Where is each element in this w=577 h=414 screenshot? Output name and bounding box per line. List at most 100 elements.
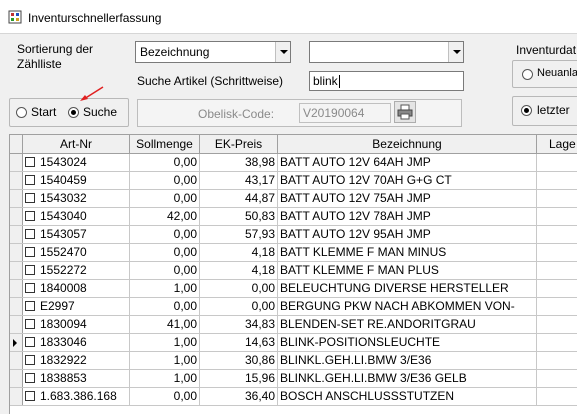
suche-radio[interactable] (68, 107, 79, 118)
cell-artnr[interactable]: E2997 (23, 298, 130, 315)
table-row[interactable]: 1543040 42,00 50,83 BATT AUTO 12V 78AH JMP (10, 208, 577, 226)
cell-artnr[interactable]: 1838853 (23, 370, 130, 387)
row-header[interactable] (10, 208, 23, 225)
row-header[interactable] (10, 388, 23, 405)
cell-artnr[interactable]: 1832922 (23, 352, 130, 369)
row-checkbox[interactable] (25, 337, 35, 347)
row-header[interactable] (10, 262, 23, 279)
cell-ek[interactable]: 15,96 (200, 370, 278, 387)
cell-soll[interactable]: 42,00 (130, 208, 200, 225)
cell-soll[interactable]: 1,00 (130, 352, 200, 369)
cell-artnr[interactable]: 1830094 (23, 316, 130, 333)
cell-bez[interactable]: BLINKL.GEH.LI.BMW 3/E36 GELB (278, 370, 537, 387)
table-row[interactable]: 1543057 0,00 57,93 BATT AUTO 12V 95AH JMP (10, 226, 577, 244)
cell-artnr[interactable]: 1543057 (23, 226, 130, 243)
cell-lage[interactable] (537, 280, 577, 297)
cell-soll[interactable]: 0,00 (130, 154, 200, 171)
cell-soll[interactable]: 0,00 (130, 172, 200, 189)
cell-lage[interactable] (537, 352, 577, 369)
cell-soll[interactable]: 0,00 (130, 190, 200, 207)
cell-ek[interactable]: 34,83 (200, 316, 278, 333)
table-row[interactable]: 1552470 0,00 4,18 BATT KLEMME F MAN MINUS (10, 244, 577, 262)
cell-bez[interactable]: BATT KLEMME F MAN MINUS (278, 244, 537, 261)
cell-lage[interactable] (537, 190, 577, 207)
cell-bez[interactable]: BLINKL.GEH.LI.BMW 3/E36 (278, 352, 537, 369)
chevron-down-icon[interactable] (448, 42, 463, 62)
table-row[interactable]: 1833046 1,00 14,63 BLINK-POSITIONSLEUCHTE (10, 334, 577, 352)
row-header[interactable] (10, 370, 23, 387)
table-row[interactable]: 1543032 0,00 44,87 BATT AUTO 12V 75AH JMP (10, 190, 577, 208)
cell-bez[interactable]: BOSCH ANSCHLUSSSTUTZEN (278, 388, 537, 405)
neuanlage-radio[interactable] (522, 69, 533, 80)
cell-lage[interactable] (537, 370, 577, 387)
table-row[interactable]: 1830094 41,00 34,83 BLENDEN-SET RE.ANDORITG… (10, 316, 577, 334)
cell-lage[interactable] (537, 334, 577, 351)
cell-bez[interactable]: BERGUNG PKW NACH ABKOMMEN VON- (278, 298, 537, 315)
cell-lage[interactable] (537, 262, 577, 279)
col-header-ekpreis[interactable]: EK-Preis (200, 135, 278, 153)
cell-bez[interactable]: BATT AUTO 12V 70AH G+G CT (278, 172, 537, 189)
cell-artnr[interactable]: 1552470 (23, 244, 130, 261)
cell-lage[interactable] (537, 208, 577, 225)
cell-soll[interactable]: 1,00 (130, 280, 200, 297)
row-header[interactable] (10, 316, 23, 333)
table-row[interactable]: 1552272 0,00 4,18 BATT KLEMME F MAN PLUS (10, 262, 577, 280)
cell-artnr[interactable]: 1833046 (23, 334, 130, 351)
col-header-sollmenge[interactable]: Sollmenge (130, 135, 200, 153)
table-row[interactable]: 1.683.386.168 0,00 36,40 BOSCH ANSCHLUSSSTU… (10, 388, 577, 406)
cell-bez[interactable]: BATT AUTO 12V 78AH JMP (278, 208, 537, 225)
cell-ek[interactable]: 0,00 (200, 280, 278, 297)
row-checkbox[interactable] (25, 301, 35, 311)
cell-bez[interactable]: BATT KLEMME F MAN PLUS (278, 262, 537, 279)
row-checkbox[interactable] (25, 229, 35, 239)
row-header[interactable] (10, 190, 23, 207)
table-row[interactable]: 1540459 0,00 43,17 BATT AUTO 12V 70AH G+G C… (10, 172, 577, 190)
cell-ek[interactable]: 36,40 (200, 388, 278, 405)
cell-lage[interactable] (537, 154, 577, 171)
cell-ek[interactable]: 50,83 (200, 208, 278, 225)
cell-lage[interactable] (537, 244, 577, 261)
row-header[interactable] (10, 280, 23, 297)
row-header[interactable] (10, 244, 23, 261)
cell-artnr[interactable]: 1543040 (23, 208, 130, 225)
letzter-radio[interactable] (521, 105, 532, 116)
cell-ek[interactable]: 4,18 (200, 262, 278, 279)
cell-lage[interactable] (537, 172, 577, 189)
table-row[interactable]: 1832922 1,00 30,86 BLINKL.GEH.LI.BMW 3/E36 (10, 352, 577, 370)
col-header-lage[interactable]: Lage (537, 135, 577, 153)
cell-soll[interactable]: 1,00 (130, 334, 200, 351)
cell-soll[interactable]: 0,00 (130, 388, 200, 405)
row-checkbox[interactable] (25, 211, 35, 221)
row-checkbox[interactable] (25, 391, 35, 401)
cell-bez[interactable]: BLINK-POSITIONSLEUCHTE (278, 334, 537, 351)
cell-lage[interactable] (537, 226, 577, 243)
row-checkbox[interactable] (25, 283, 35, 293)
chevron-down-icon[interactable] (275, 42, 290, 62)
cell-bez[interactable]: BELEUCHTUNG DIVERSE HERSTELLER (278, 280, 537, 297)
cell-artnr[interactable]: 1543032 (23, 190, 130, 207)
row-header[interactable] (10, 334, 23, 351)
cell-artnr[interactable]: 1.683.386.168 (23, 388, 130, 405)
row-checkbox[interactable] (25, 373, 35, 383)
sort-combo[interactable]: Bezeichnung (135, 41, 291, 63)
cell-ek[interactable]: 38,98 (200, 154, 278, 171)
cell-artnr[interactable]: 1840008 (23, 280, 130, 297)
cell-soll[interactable]: 0,00 (130, 226, 200, 243)
col-header-artnr[interactable]: Art-Nr (23, 135, 130, 153)
cell-artnr[interactable]: 1552272 (23, 262, 130, 279)
cell-lage[interactable] (537, 316, 577, 333)
cell-ek[interactable]: 0,00 (200, 298, 278, 315)
row-checkbox[interactable] (25, 355, 35, 365)
col-header-bezeichnung[interactable]: Bezeichnung (278, 135, 537, 153)
cell-ek[interactable]: 44,87 (200, 190, 278, 207)
filter-combo[interactable] (309, 41, 464, 63)
table-row[interactable]: 1838853 1,00 15,96 BLINKL.GEH.LI.BMW 3/E36 … (10, 370, 577, 388)
cell-ek[interactable]: 4,18 (200, 244, 278, 261)
cell-ek[interactable]: 30,86 (200, 352, 278, 369)
cell-artnr[interactable]: 1540459 (23, 172, 130, 189)
row-header[interactable] (10, 298, 23, 315)
row-header[interactable] (10, 172, 23, 189)
start-radio[interactable] (16, 107, 27, 118)
table-row[interactable]: 1543024 0,00 38,98 BATT AUTO 12V 64AH JMP (10, 154, 577, 172)
cell-bez[interactable]: BATT AUTO 12V 75AH JMP (278, 190, 537, 207)
